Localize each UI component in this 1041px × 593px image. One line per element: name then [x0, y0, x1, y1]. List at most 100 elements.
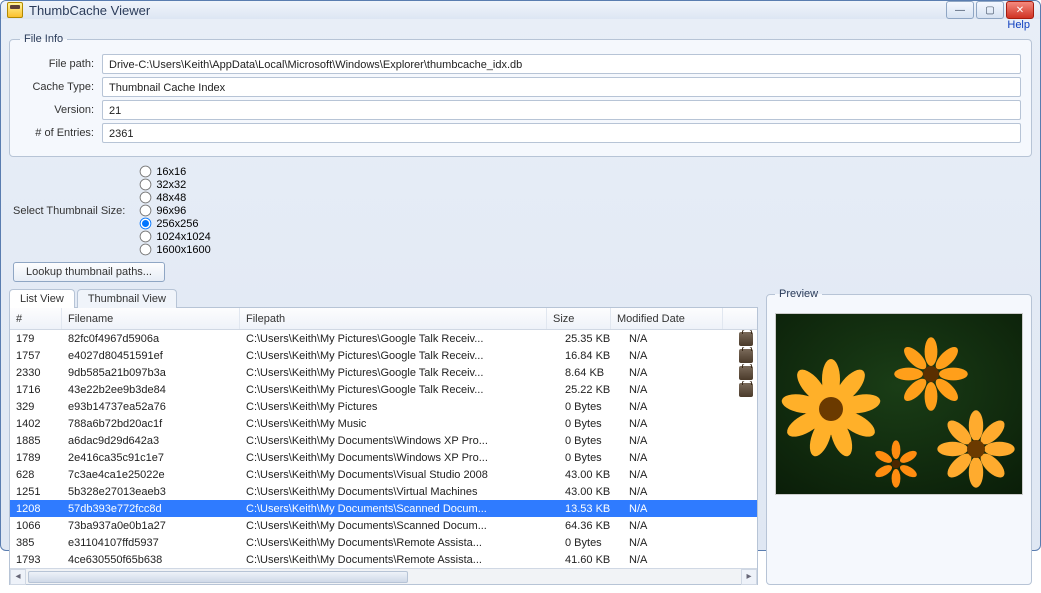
cell-size: 0 Bytes — [559, 398, 623, 415]
table-row[interactable]: 1885a6dac9d29d642a3C:\Users\Keith\My Doc… — [10, 432, 757, 449]
size-option-256x256[interactable]: 256x256 — [139, 217, 210, 230]
scroll-thumb[interactable] — [28, 571, 408, 583]
cell-modified: N/A — [623, 347, 735, 364]
table-row[interactable]: 385e31104107ffd5937C:\Users\Keith\My Doc… — [10, 534, 757, 551]
cell-modified: N/A — [623, 381, 735, 398]
cell-filename: 57db393e772fcc8d — [62, 500, 240, 517]
cell-app-icon — [735, 330, 757, 347]
scroll-right-arrow-icon[interactable]: ▸ — [741, 569, 757, 585]
cell-filename: 43e22b2ee9b3de84 — [62, 381, 240, 398]
preview-legend: Preview — [775, 288, 822, 300]
cell-number: 385 — [10, 534, 62, 551]
size-radio-256x256[interactable] — [140, 218, 152, 230]
cell-number: 1402 — [10, 415, 62, 432]
cell-filename: 82fc0f4967d5906a — [62, 330, 240, 347]
table-row[interactable]: 17892e416ca35c91c1e7C:\Users\Keith\My Do… — [10, 449, 757, 466]
cell-filename: 4ce630550f65b638 — [62, 551, 240, 568]
minimize-button[interactable]: — — [946, 1, 974, 19]
cell-number: 2330 — [10, 364, 62, 381]
cache-type-value[interactable]: Thumbnail Cache Index — [102, 77, 1021, 97]
size-option-96x96[interactable]: 96x96 — [139, 204, 210, 217]
titlebar[interactable]: ThumbCache Viewer — ▢ ✕ — [1, 1, 1040, 19]
size-radio-32x32[interactable] — [140, 179, 152, 191]
entries-value[interactable]: 2361 — [102, 123, 1021, 143]
list-body[interactable]: 17982fc0f4967d5906aC:\Users\Keith\My Pic… — [10, 330, 757, 568]
lookup-paths-button[interactable]: Lookup thumbnail paths... — [13, 262, 165, 282]
maximize-button[interactable]: ▢ — [976, 1, 1004, 19]
col-filepath[interactable]: Filepath — [240, 308, 547, 329]
thumbnail-size-row: Select Thumbnail Size: 16x1632x3248x4896… — [9, 165, 1032, 262]
table-row[interactable]: 17982fc0f4967d5906aC:\Users\Keith\My Pic… — [10, 330, 757, 347]
cell-filepath: C:\Users\Keith\My Pictures\Google Talk R… — [240, 347, 559, 364]
cell-number: 1757 — [10, 347, 62, 364]
cell-filepath: C:\Users\Keith\My Documents\Visual Studi… — [240, 466, 559, 483]
window-title: ThumbCache Viewer — [29, 3, 150, 18]
cell-modified: N/A — [623, 483, 735, 500]
cell-number: 1789 — [10, 449, 62, 466]
size-option-48x48[interactable]: 48x48 — [139, 191, 210, 204]
col-modified[interactable]: Modified Date — [611, 308, 723, 329]
cell-app-icon — [735, 432, 757, 449]
thumbnail-size-label: Select Thumbnail Size: — [13, 205, 125, 217]
tab-list-view[interactable]: List View — [9, 289, 75, 308]
table-row[interactable]: 17934ce630550f65b638C:\Users\Keith\My Do… — [10, 551, 757, 568]
cell-filepath: C:\Users\Keith\My Documents\Scanned Docu… — [240, 517, 559, 534]
cell-app-icon — [735, 500, 757, 517]
size-radio-96x96[interactable] — [140, 205, 152, 217]
table-row[interactable]: 171643e22b2ee9b3de84C:\Users\Keith\My Pi… — [10, 381, 757, 398]
cell-number: 1716 — [10, 381, 62, 398]
cell-filepath: C:\Users\Keith\My Documents\Windows XP P… — [240, 432, 559, 449]
size-radio-16x16[interactable] — [140, 166, 152, 178]
view-tabs: List View Thumbnail View — [9, 288, 758, 307]
table-row[interactable]: 1757e4027d80451591efC:\Users\Keith\My Pi… — [10, 347, 757, 364]
col-size[interactable]: Size — [547, 308, 611, 329]
briefcase-icon — [739, 366, 753, 380]
size-radio-1024x1024[interactable] — [140, 231, 152, 243]
cell-filepath: C:\Users\Keith\My Pictures\Google Talk R… — [240, 364, 559, 381]
file-path-value[interactable]: Drive-C:\Users\Keith\AppData\Local\Micro… — [102, 54, 1021, 74]
cell-modified: N/A — [623, 415, 735, 432]
table-row[interactable]: 1402788a6b72bd20ac1fC:\Users\Keith\My Mu… — [10, 415, 757, 432]
cell-filename: e31104107ffd5937 — [62, 534, 240, 551]
table-row[interactable]: 106673ba937a0e0b1a27C:\Users\Keith\My Do… — [10, 517, 757, 534]
cell-app-icon — [735, 364, 757, 381]
close-button[interactable]: ✕ — [1006, 1, 1034, 19]
cell-filepath: C:\Users\Keith\My Pictures — [240, 398, 559, 415]
cell-size: 0 Bytes — [559, 534, 623, 551]
table-row[interactable]: 6287c3ae4ca1e25022eC:\Users\Keith\My Doc… — [10, 466, 757, 483]
cell-filepath: C:\Users\Keith\My Documents\Scanned Docu… — [240, 500, 559, 517]
preview-group: Preview — [766, 288, 1032, 585]
table-row[interactable]: 23309db585a21b097b3aC:\Users\Keith\My Pi… — [10, 364, 757, 381]
list-header[interactable]: # Filename Filepath Size Modified Date — [10, 308, 757, 330]
size-option-1600x1600[interactable]: 1600x1600 — [139, 243, 210, 256]
cell-size: 25.35 KB — [559, 330, 623, 347]
help-link[interactable]: Help — [1007, 19, 1030, 31]
cell-app-icon — [735, 381, 757, 398]
size-option-16x16[interactable]: 16x16 — [139, 165, 210, 178]
cell-size: 13.53 KB — [559, 500, 623, 517]
col-number[interactable]: # — [10, 308, 62, 329]
cell-size: 43.00 KB — [559, 466, 623, 483]
table-row[interactable]: 12515b328e27013eaeb3C:\Users\Keith\My Do… — [10, 483, 757, 500]
size-option-1024x1024[interactable]: 1024x1024 — [139, 230, 210, 243]
size-label: 96x96 — [156, 205, 186, 217]
col-filename[interactable]: Filename — [62, 308, 240, 329]
table-row[interactable]: 329e93b14737ea52a76C:\Users\Keith\My Pic… — [10, 398, 757, 415]
cell-filename: 788a6b72bd20ac1f — [62, 415, 240, 432]
horizontal-scrollbar[interactable]: ◂ ▸ — [10, 568, 757, 584]
cell-app-icon — [735, 534, 757, 551]
preview-image — [776, 314, 1022, 494]
size-option-32x32[interactable]: 32x32 — [139, 178, 210, 191]
version-label: Version: — [20, 104, 102, 116]
cell-number: 179 — [10, 330, 62, 347]
cell-filepath: C:\Users\Keith\My Music — [240, 415, 559, 432]
cell-filepath: C:\Users\Keith\My Documents\Remote Assis… — [240, 551, 559, 568]
table-row[interactable]: 120857db393e772fcc8dC:\Users\Keith\My Do… — [10, 500, 757, 517]
cell-filename: 2e416ca35c91c1e7 — [62, 449, 240, 466]
size-radio-1600x1600[interactable] — [140, 244, 152, 256]
cell-app-icon — [735, 347, 757, 364]
tab-thumbnail-view[interactable]: Thumbnail View — [77, 289, 177, 308]
scroll-left-arrow-icon[interactable]: ◂ — [10, 569, 26, 585]
size-radio-48x48[interactable] — [140, 192, 152, 204]
version-value[interactable]: 21 — [102, 100, 1021, 120]
